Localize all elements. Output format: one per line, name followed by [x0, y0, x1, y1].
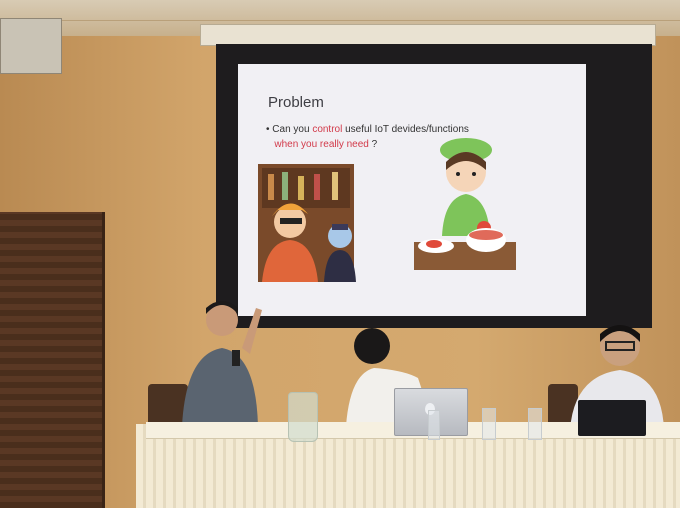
- presentation-slide: Problem • Can you control useful IoT dev…: [238, 64, 586, 316]
- wooden-door: [0, 212, 105, 508]
- water-glass: [482, 408, 496, 440]
- water-glass: [528, 408, 542, 440]
- laptop-black: [578, 400, 646, 436]
- slide-title: Problem: [268, 94, 324, 111]
- presenter-with-mic: [182, 301, 262, 426]
- wall-speaker: [0, 18, 62, 74]
- screen-housing: [200, 24, 656, 46]
- illustration-bar-scene: [258, 164, 356, 282]
- illustration-cooking-woman: [414, 138, 516, 270]
- photo-scene: Problem • Can you control useful IoT dev…: [0, 0, 680, 508]
- water-pitcher: [288, 392, 318, 442]
- water-glass: [428, 410, 440, 440]
